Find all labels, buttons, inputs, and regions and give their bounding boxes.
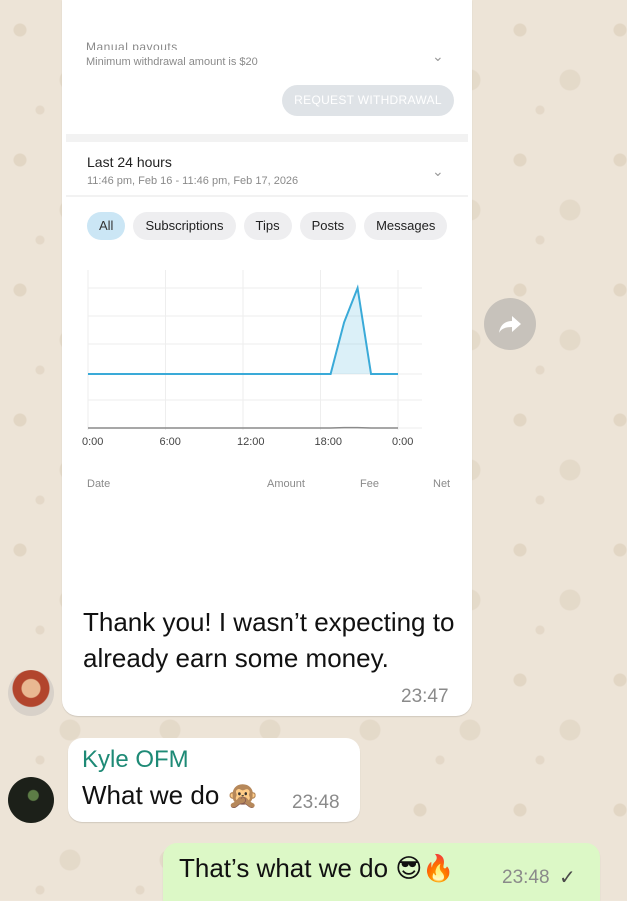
x-tick-label: 6:00 xyxy=(160,436,181,448)
x-tick-label: 0:00 xyxy=(82,436,103,448)
sender-name[interactable]: Kyle OFM xyxy=(82,746,189,774)
col-fee: Fee xyxy=(360,478,379,490)
section-divider xyxy=(66,195,468,197)
chip-all[interactable]: All xyxy=(87,212,125,240)
x-tick-label: 0:00 xyxy=(392,436,413,448)
request-withdrawal-button[interactable]: REQUEST WITHDRAWAL xyxy=(282,85,454,116)
chip-subscriptions[interactable]: Subscriptions xyxy=(133,212,235,240)
chip-tips[interactable]: Tips xyxy=(244,212,292,240)
check-icon: ✓ xyxy=(559,865,576,890)
col-date: Date xyxy=(87,478,110,490)
message-text: That’s what we do 😎🔥 xyxy=(179,853,455,884)
chevron-down-icon: ⌄ xyxy=(432,163,444,180)
forward-button[interactable] xyxy=(484,298,536,350)
chip-messages[interactable]: Messages xyxy=(364,212,447,240)
outgoing-message[interactable]: That’s what we do 😎🔥 23:48 ✓ xyxy=(163,843,600,901)
incoming-message[interactable]: Kyle OFM What we do 🙊 23:48 xyxy=(68,738,360,822)
x-tick-label: 18:00 xyxy=(315,436,343,448)
forward-icon xyxy=(498,314,522,334)
avatar[interactable] xyxy=(8,670,54,716)
payout-section: Manual payouts Minimum withdrawal amount… xyxy=(86,40,466,68)
message-time: 23:47 xyxy=(401,686,449,708)
message-text: Thank you! I wasn’t expecting to already… xyxy=(83,604,463,676)
min-withdrawal-text: Minimum withdrawal amount is $20 xyxy=(86,56,466,68)
section-divider xyxy=(66,134,468,142)
message-time: 23:48 xyxy=(502,867,550,889)
table-header: Date Amount Fee Net xyxy=(87,478,457,494)
x-tick-label: 12:00 xyxy=(237,436,265,448)
earnings-screenshot[interactable]: Manual payouts Minimum withdrawal amount… xyxy=(66,0,468,590)
earnings-chart: 0:00 6:00 12:00 18:00 0:00 xyxy=(66,270,468,460)
chevron-down-icon: ⌄ xyxy=(432,48,444,65)
period-range: 11:46 pm, Feb 16 - 11:46 pm, Feb 17, 202… xyxy=(87,175,298,187)
period-title: Last 24 hours xyxy=(87,154,172,170)
message-time: 23:48 xyxy=(292,792,340,814)
message-text: What we do 🙊 xyxy=(82,780,259,811)
filter-chips: All Subscriptions Tips Posts Messages xyxy=(87,212,447,240)
col-amount: Amount xyxy=(267,478,305,490)
payout-label: Manual payouts xyxy=(86,40,466,50)
chip-posts[interactable]: Posts xyxy=(300,212,357,240)
col-net: Net xyxy=(433,478,450,490)
avatar[interactable] xyxy=(8,777,54,823)
incoming-media-message[interactable]: Manual payouts Minimum withdrawal amount… xyxy=(62,0,472,716)
